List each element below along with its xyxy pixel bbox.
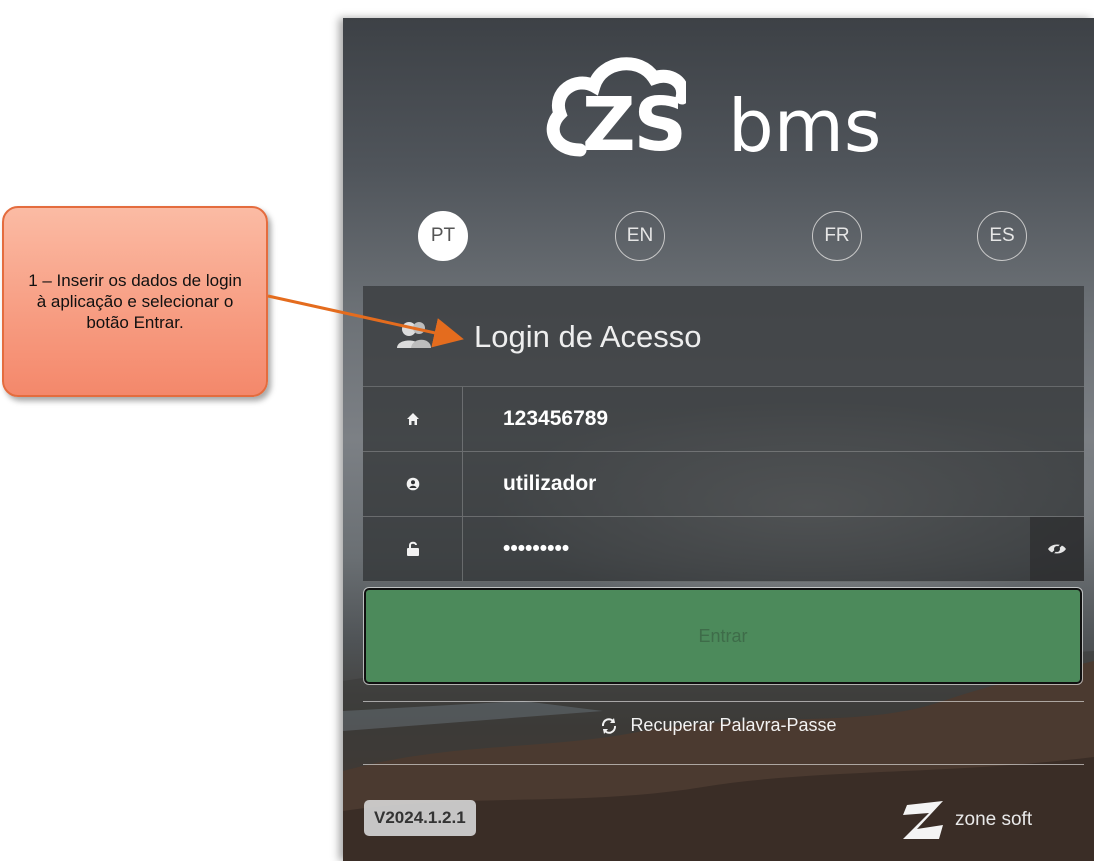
divider-top [363, 701, 1084, 702]
logo-product: bms [728, 84, 882, 168]
refresh-icon [602, 717, 617, 734]
zs-bms-logo: ZS bms [536, 40, 916, 170]
company-id-input[interactable]: 123456789 [463, 387, 1084, 451]
login-form: Login de Acesso 123456789 utilizador •••… [363, 286, 1084, 582]
form-header: Login de Acesso [363, 286, 1084, 387]
language-fr-button[interactable]: FR [812, 211, 862, 261]
instruction-callout: 1 – Inserir os dados de login à aplicaçã… [2, 206, 268, 397]
language-es-button[interactable]: ES [977, 211, 1027, 261]
divider-bottom [363, 764, 1084, 765]
login-panel: ZS bms PT EN FR ES Login de Acesso 12345… [343, 18, 1094, 861]
zonesoft-logo: zone soft [899, 798, 1032, 842]
home-icon [363, 387, 463, 451]
company-name: zone soft [955, 809, 1033, 830]
enter-button[interactable]: Entrar [363, 587, 1083, 685]
company-id-row: 123456789 [363, 387, 1084, 452]
zonesoft-z-icon [903, 801, 943, 839]
username-row: utilizador [363, 452, 1084, 517]
password-input[interactable]: ••••••••• [463, 517, 1030, 581]
users-icon [397, 322, 431, 348]
recover-password-label: Recuperar Palavra-Passe [630, 715, 837, 735]
eye-slash-icon[interactable] [1030, 517, 1084, 581]
password-row: ••••••••• [363, 517, 1084, 582]
recover-password-link[interactable]: Recuperar Palavra-Passe [343, 715, 1094, 736]
logo-brand: ZS [582, 82, 687, 168]
language-pt-button[interactable]: PT [418, 211, 468, 261]
unlock-icon [363, 517, 463, 581]
version-badge: V2024.1.2.1 [364, 800, 476, 836]
form-title: Login de Acesso [474, 319, 702, 354]
username-input[interactable]: utilizador [463, 452, 1084, 516]
user-circle-icon [363, 452, 463, 516]
language-en-button[interactable]: EN [615, 211, 665, 261]
